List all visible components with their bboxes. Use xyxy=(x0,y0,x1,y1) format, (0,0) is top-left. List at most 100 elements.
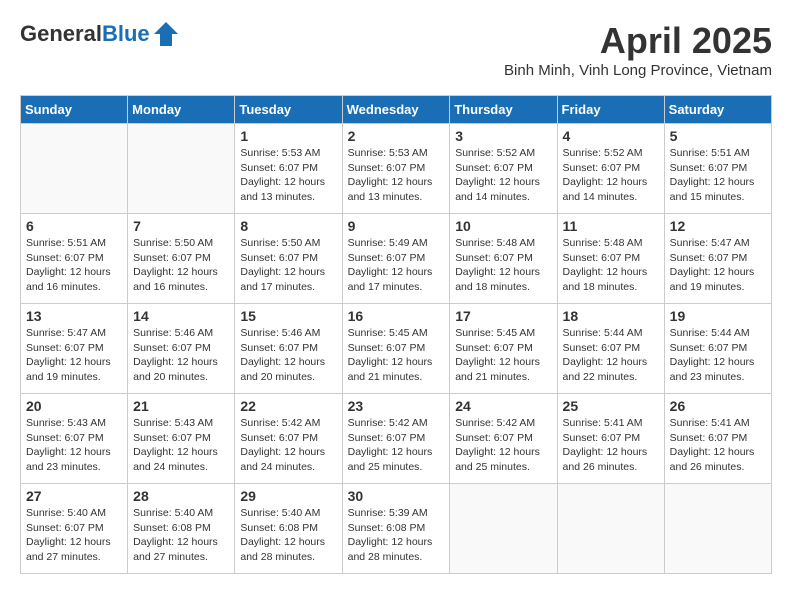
day-info: Sunrise: 5:50 AM Sunset: 6:07 PM Dayligh… xyxy=(133,236,229,295)
day-info: Sunrise: 5:41 AM Sunset: 6:07 PM Dayligh… xyxy=(563,416,659,475)
day-of-week-header: Tuesday xyxy=(235,96,342,124)
day-info: Sunrise: 5:47 AM Sunset: 6:07 PM Dayligh… xyxy=(670,236,766,295)
day-number: 23 xyxy=(348,398,445,414)
calendar-cell: 14 Sunrise: 5:46 AM Sunset: 6:07 PM Dayli… xyxy=(128,304,235,394)
day-number: 22 xyxy=(240,398,336,414)
day-info: Sunrise: 5:50 AM Sunset: 6:07 PM Dayligh… xyxy=(240,236,336,295)
day-info: Sunrise: 5:40 AM Sunset: 6:08 PM Dayligh… xyxy=(133,506,229,565)
day-info: Sunrise: 5:44 AM Sunset: 6:07 PM Dayligh… xyxy=(670,326,766,385)
calendar-week-row: 27 Sunrise: 5:40 AM Sunset: 6:07 PM Dayli… xyxy=(21,484,772,574)
day-number: 1 xyxy=(240,128,336,144)
day-number: 10 xyxy=(455,218,551,234)
day-info: Sunrise: 5:45 AM Sunset: 6:07 PM Dayligh… xyxy=(455,326,551,385)
calendar-cell: 22 Sunrise: 5:42 AM Sunset: 6:07 PM Dayli… xyxy=(235,394,342,484)
day-number: 15 xyxy=(240,308,336,324)
logo-general: General xyxy=(20,21,102,46)
page-header: GeneralBlue April 2025 Binh Minh, Vinh L… xyxy=(20,20,772,79)
calendar-cell: 2 Sunrise: 5:53 AM Sunset: 6:07 PM Daylig… xyxy=(342,124,450,214)
day-number: 16 xyxy=(348,308,445,324)
day-number: 9 xyxy=(348,218,445,234)
day-number: 14 xyxy=(133,308,229,324)
calendar-cell: 28 Sunrise: 5:40 AM Sunset: 6:08 PM Dayli… xyxy=(128,484,235,574)
calendar-cell: 19 Sunrise: 5:44 AM Sunset: 6:07 PM Dayli… xyxy=(664,304,771,394)
calendar-cell: 25 Sunrise: 5:41 AM Sunset: 6:07 PM Dayli… xyxy=(557,394,664,484)
day-info: Sunrise: 5:46 AM Sunset: 6:07 PM Dayligh… xyxy=(133,326,229,385)
day-info: Sunrise: 5:39 AM Sunset: 6:08 PM Dayligh… xyxy=(348,506,445,565)
calendar-cell: 23 Sunrise: 5:42 AM Sunset: 6:07 PM Dayli… xyxy=(342,394,450,484)
day-number: 27 xyxy=(26,488,122,504)
calendar-week-row: 20 Sunrise: 5:43 AM Sunset: 6:07 PM Dayli… xyxy=(21,394,772,484)
day-info: Sunrise: 5:52 AM Sunset: 6:07 PM Dayligh… xyxy=(563,146,659,205)
calendar-cell xyxy=(450,484,557,574)
day-info: Sunrise: 5:41 AM Sunset: 6:07 PM Dayligh… xyxy=(670,416,766,475)
day-number: 25 xyxy=(563,398,659,414)
calendar-cell: 11Sunrise: 5:48 AM Sunset: 6:07 PM Dayli… xyxy=(557,214,664,304)
calendar-cell: 10Sunrise: 5:48 AM Sunset: 6:07 PM Dayli… xyxy=(450,214,557,304)
day-info: Sunrise: 5:42 AM Sunset: 6:07 PM Dayligh… xyxy=(455,416,551,475)
day-info: Sunrise: 5:53 AM Sunset: 6:07 PM Dayligh… xyxy=(240,146,336,205)
day-info: Sunrise: 5:44 AM Sunset: 6:07 PM Dayligh… xyxy=(563,326,659,385)
day-number: 8 xyxy=(240,218,336,234)
calendar-week-row: 1 Sunrise: 5:53 AM Sunset: 6:07 PM Daylig… xyxy=(21,124,772,214)
logo-icon xyxy=(152,20,180,48)
day-info: Sunrise: 5:43 AM Sunset: 6:07 PM Dayligh… xyxy=(26,416,122,475)
calendar-table: SundayMondayTuesdayWednesdayThursdayFrid… xyxy=(20,95,772,574)
day-info: Sunrise: 5:51 AM Sunset: 6:07 PM Dayligh… xyxy=(26,236,122,295)
day-number: 26 xyxy=(670,398,766,414)
day-info: Sunrise: 5:40 AM Sunset: 6:07 PM Dayligh… xyxy=(26,506,122,565)
day-number: 30 xyxy=(348,488,445,504)
day-of-week-header: Thursday xyxy=(450,96,557,124)
calendar-cell: 3Sunrise: 5:52 AM Sunset: 6:07 PM Daylig… xyxy=(450,124,557,214)
calendar-cell: 26 Sunrise: 5:41 AM Sunset: 6:07 PM Dayli… xyxy=(664,394,771,484)
day-number: 19 xyxy=(670,308,766,324)
day-of-week-header: Sunday xyxy=(21,96,128,124)
calendar-cell: 20 Sunrise: 5:43 AM Sunset: 6:07 PM Dayli… xyxy=(21,394,128,484)
calendar-cell xyxy=(557,484,664,574)
day-info: Sunrise: 5:53 AM Sunset: 6:07 PM Dayligh… xyxy=(348,146,445,205)
day-of-week-header: Saturday xyxy=(664,96,771,124)
calendar-cell: 1 Sunrise: 5:53 AM Sunset: 6:07 PM Daylig… xyxy=(235,124,342,214)
day-number: 24 xyxy=(455,398,551,414)
day-number: 7 xyxy=(133,218,229,234)
calendar-cell: 18 Sunrise: 5:44 AM Sunset: 6:07 PM Dayli… xyxy=(557,304,664,394)
day-of-week-header: Monday xyxy=(128,96,235,124)
day-number: 2 xyxy=(348,128,445,144)
day-number: 6 xyxy=(26,218,122,234)
calendar-week-row: 13 Sunrise: 5:47 AM Sunset: 6:07 PM Dayli… xyxy=(21,304,772,394)
calendar-cell: 27 Sunrise: 5:40 AM Sunset: 6:07 PM Dayli… xyxy=(21,484,128,574)
calendar-cell: 24 Sunrise: 5:42 AM Sunset: 6:07 PM Dayli… xyxy=(450,394,557,484)
day-number: 21 xyxy=(133,398,229,414)
day-info: Sunrise: 5:42 AM Sunset: 6:07 PM Dayligh… xyxy=(348,416,445,475)
day-info: Sunrise: 5:43 AM Sunset: 6:07 PM Dayligh… xyxy=(133,416,229,475)
day-info: Sunrise: 5:47 AM Sunset: 6:07 PM Dayligh… xyxy=(26,326,122,385)
day-number: 4 xyxy=(563,128,659,144)
day-number: 29 xyxy=(240,488,336,504)
calendar-cell: 15 Sunrise: 5:46 AM Sunset: 6:07 PM Dayli… xyxy=(235,304,342,394)
day-number: 18 xyxy=(563,308,659,324)
calendar-cell: 7 Sunrise: 5:50 AM Sunset: 6:07 PM Daylig… xyxy=(128,214,235,304)
calendar-cell: 4 Sunrise: 5:52 AM Sunset: 6:07 PM Daylig… xyxy=(557,124,664,214)
calendar-cell xyxy=(664,484,771,574)
calendar-cell: 21 Sunrise: 5:43 AM Sunset: 6:07 PM Dayli… xyxy=(128,394,235,484)
day-number: 5 xyxy=(670,128,766,144)
calendar-cell: 6 Sunrise: 5:51 AM Sunset: 6:07 PM Daylig… xyxy=(21,214,128,304)
day-info: Sunrise: 5:46 AM Sunset: 6:07 PM Dayligh… xyxy=(240,326,336,385)
day-info: Sunrise: 5:40 AM Sunset: 6:08 PM Dayligh… xyxy=(240,506,336,565)
calendar-cell: 30 Sunrise: 5:39 AM Sunset: 6:08 PM Dayli… xyxy=(342,484,450,574)
calendar-cell: 16 Sunrise: 5:45 AM Sunset: 6:07 PM Dayli… xyxy=(342,304,450,394)
calendar-cell: 8 Sunrise: 5:50 AM Sunset: 6:07 PM Daylig… xyxy=(235,214,342,304)
calendar-cell: 29 Sunrise: 5:40 AM Sunset: 6:08 PM Dayli… xyxy=(235,484,342,574)
day-info: Sunrise: 5:52 AM Sunset: 6:07 PM Dayligh… xyxy=(455,146,551,205)
day-number: 20 xyxy=(26,398,122,414)
day-number: 13 xyxy=(26,308,122,324)
day-of-week-header: Wednesday xyxy=(342,96,450,124)
logo: GeneralBlue xyxy=(20,20,180,48)
calendar-cell xyxy=(128,124,235,214)
month-title: April 2025 xyxy=(504,20,772,62)
day-number: 11 xyxy=(563,218,659,234)
day-number: 28 xyxy=(133,488,229,504)
day-info: Sunrise: 5:49 AM Sunset: 6:07 PM Dayligh… xyxy=(348,236,445,295)
day-info: Sunrise: 5:45 AM Sunset: 6:07 PM Dayligh… xyxy=(348,326,445,385)
calendar-cell: 12Sunrise: 5:47 AM Sunset: 6:07 PM Dayli… xyxy=(664,214,771,304)
day-info: Sunrise: 5:42 AM Sunset: 6:07 PM Dayligh… xyxy=(240,416,336,475)
